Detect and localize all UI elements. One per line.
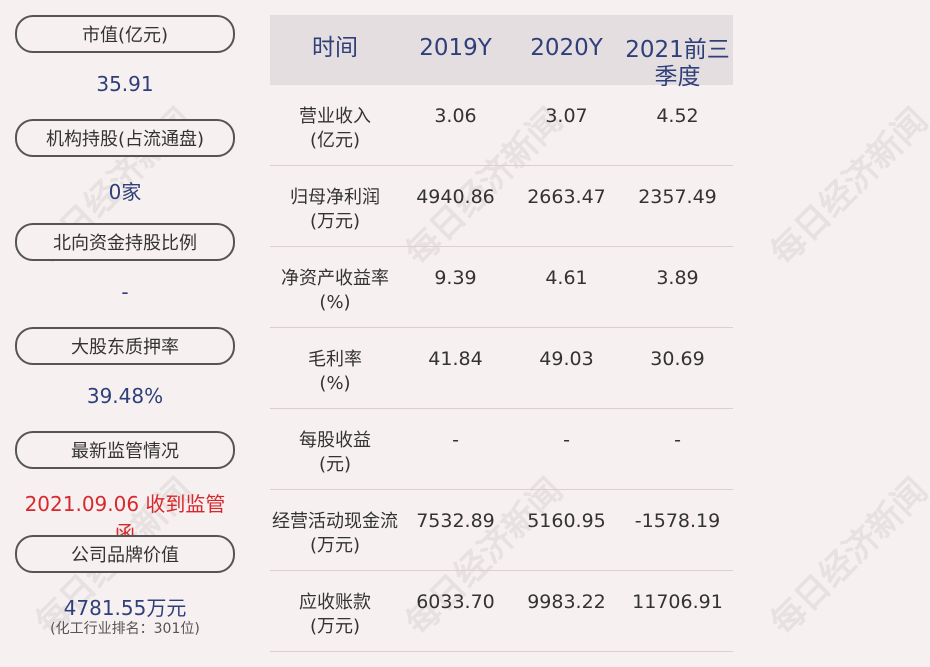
table-row: 营业收入 (亿元) 3.06 3.07 4.52 [270, 85, 733, 166]
market-cap-label: 市值(亿元) [15, 15, 235, 53]
northbound-holding-label: 北向资金持股比例 [15, 223, 235, 261]
table-cell: 3.07 [545, 105, 588, 127]
institutional-holding-label: 机构持股(占流通盘) [15, 119, 235, 157]
table-cell: 5160.95 [527, 510, 606, 532]
table-cell: - [674, 429, 681, 451]
row-label: 毛利率 (%) [308, 349, 362, 394]
table-cell: 49.03 [539, 348, 594, 370]
table-cell: 4.52 [656, 105, 699, 127]
table-row: 毛利率 (%) 41.84 49.03 30.69 [270, 328, 733, 409]
table-header: 时间 2019Y 2020Y 2021前三季度 [270, 15, 733, 90]
row-label: 应收账款 (万元) [299, 592, 371, 637]
table-cell: 30.69 [650, 348, 705, 370]
table-cell: 3.06 [434, 105, 477, 127]
watermark: 每日经济新闻 [763, 100, 930, 274]
table-cell: 11706.91 [632, 591, 723, 613]
watermark: 每日经济新闻 [763, 470, 930, 644]
table-row: 净资产收益率 (%) 9.39 4.61 3.89 [270, 247, 733, 328]
brand-rank-note: (化工行业排名：301位) [50, 621, 200, 637]
header-2020: 2020Y [530, 35, 603, 61]
institutional-holding-value: 0家 [108, 180, 142, 204]
northbound-holding-value: - [121, 280, 129, 304]
table-row: 归母净利润 (万元) 4940.86 2663.47 2357.49 [270, 166, 733, 247]
row-label: 净资产收益率 (%) [281, 268, 389, 313]
financial-table: 时间 2019Y 2020Y 2021前三季度 营业收入 (亿元) 3.06 3.… [270, 15, 733, 652]
pledge-rate-value: 39.48% [86, 384, 164, 408]
row-label: 营业收入 (亿元) [299, 106, 371, 151]
brand-value-label: 公司品牌价值 [15, 535, 235, 573]
brand-value-value: 4781.55万元 [63, 596, 187, 620]
table-cell: 6033.70 [416, 591, 495, 613]
table-cell: 7532.89 [416, 510, 495, 532]
table-cell: -1578.19 [634, 510, 721, 532]
table-cell: 9983.22 [527, 591, 606, 613]
table-cell: 4.61 [545, 267, 588, 289]
regulatory-status-label: 最新监管情况 [15, 431, 235, 469]
table-cell: 2357.49 [638, 186, 717, 208]
table-row: 每股收益 (元) - - - [270, 409, 733, 490]
row-label: 经营活动现金流 (万元) [272, 511, 398, 556]
pledge-rate-label: 大股东质押率 [15, 327, 235, 365]
table-row: 应收账款 (万元) 6033.70 9983.22 11706.91 [270, 571, 733, 652]
table-cell: 4940.86 [416, 186, 495, 208]
table-cell: 2663.47 [527, 186, 606, 208]
table-cell: 41.84 [428, 348, 483, 370]
market-cap-value: 35.91 [96, 72, 154, 96]
table-cell: - [452, 429, 459, 451]
table-row: 经营活动现金流 (万元) 7532.89 5160.95 -1578.19 [270, 490, 733, 571]
header-2019: 2019Y [419, 35, 492, 61]
row-label: 归母净利润 (万元) [290, 187, 380, 232]
header-time: 时间 [312, 35, 358, 61]
table-cell: 3.89 [656, 267, 699, 289]
header-2021q3: 2021前三季度 [625, 37, 730, 90]
row-label: 每股收益 (元) [299, 430, 371, 475]
table-cell: 9.39 [434, 267, 477, 289]
table-cell: - [563, 429, 570, 451]
